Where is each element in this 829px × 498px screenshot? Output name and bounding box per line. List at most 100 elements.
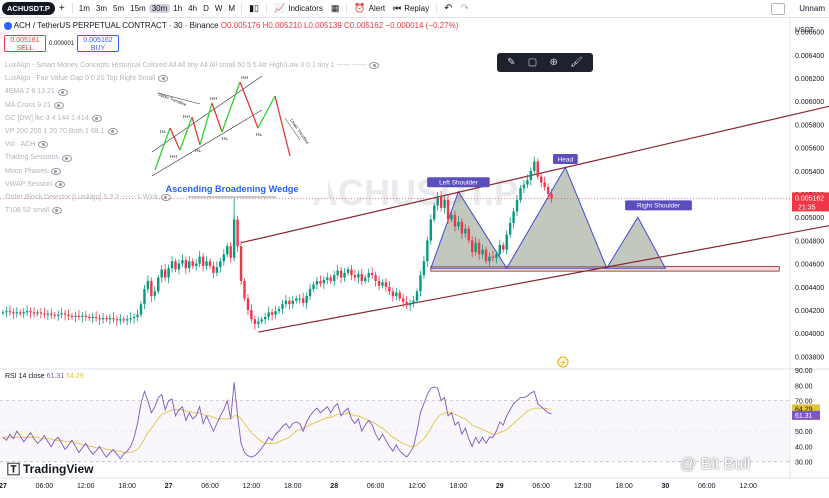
timeframe-4h[interactable]: 4h — [185, 4, 200, 13]
candle-body — [260, 319, 263, 322]
candle-body — [533, 161, 536, 171]
eye-icon[interactable] — [91, 114, 102, 122]
timeframe-15m[interactable]: 15m — [127, 4, 149, 13]
buy-button[interactable]: 0.005162 BUY — [77, 35, 120, 52]
redo-button[interactable]: ↷ — [457, 0, 473, 17]
indicators-button[interactable]: 📈 Indicators — [270, 0, 327, 17]
eye-icon[interactable] — [50, 167, 61, 175]
time-tick-label: 18:00 — [118, 483, 136, 490]
candle-body — [264, 316, 267, 320]
indicator-item[interactable]: VWAP Session — [5, 178, 379, 191]
timeframe-3m[interactable]: 3m — [93, 4, 110, 13]
candle-body — [277, 308, 281, 312]
eye-icon[interactable] — [61, 154, 72, 162]
timeframe-D[interactable]: D — [200, 4, 212, 13]
indicator-item[interactable]: MA Cross 9 21 — [5, 99, 379, 112]
rsi-legend: RSI 14 close 61.31 64.29 — [5, 373, 84, 380]
time-tick-label: 12:00 — [408, 483, 426, 490]
indicator-item[interactable]: LuxAlgo - Fair Value Gap 0 0 20 Top Righ… — [5, 72, 379, 85]
timeframe-30m[interactable]: 30m — [148, 4, 171, 13]
candle-body — [319, 281, 322, 284]
indicator-item[interactable]: VP 200 200 1 20 70 Both 1 68 1 — [5, 125, 379, 138]
rsi-tick-label: 40.00 — [795, 444, 813, 451]
candle-body — [91, 316, 94, 319]
eye-icon[interactable] — [53, 101, 64, 109]
candle-body — [246, 298, 250, 310]
time-tick-label: 18:00 — [284, 483, 302, 490]
candle-body — [391, 291, 395, 297]
time-tick-label: 30 — [662, 483, 670, 490]
indicator-label: GC [DW] lkc-3 4 144 1.414 — [5, 114, 89, 122]
lightning-icon-glyph: ⚡ — [559, 358, 568, 367]
eye-icon[interactable] — [38, 141, 49, 149]
candle-body — [163, 269, 167, 278]
indicator-item[interactable]: Order Block Detector [LuxAlgo] 5 3 3 ---… — [5, 191, 379, 204]
candle-body — [426, 240, 429, 262]
rsi-badge-label: 61.31 — [795, 413, 813, 420]
symbol-search-button[interactable]: ACHUSDT.P — [2, 2, 55, 15]
sell-button[interactable]: 0.005161 SELL — [4, 35, 46, 52]
eye-icon[interactable] — [107, 128, 118, 136]
indicator-item[interactable]: T108 52 small — [5, 204, 379, 217]
timeframe-5m[interactable]: 5m — [110, 4, 127, 13]
candle-body — [132, 316, 136, 319]
pen-icon[interactable]: ✎ — [507, 57, 515, 68]
candle-body — [219, 261, 222, 268]
candle-body — [19, 312, 22, 314]
fullscreen-button[interactable] — [771, 2, 786, 15]
candle-body — [119, 319, 122, 321]
add-icon[interactable]: ⊕ — [550, 57, 558, 68]
candle-body — [284, 300, 288, 305]
time-tick-label: 27 — [0, 483, 7, 490]
eye-icon[interactable] — [51, 207, 62, 215]
timeframe-1h[interactable]: 1h — [170, 4, 185, 13]
eye-icon[interactable] — [57, 88, 68, 96]
grid-icon: ▦ — [330, 3, 340, 13]
top-toolbar: ACHUSDT.P + 1m 3m 5m 15m 30m 1h 4h D W M ▮▯ 📈 Indi… — [0, 0, 829, 18]
alert-button[interactable]: ⏰ Alert — [350, 0, 389, 17]
candle-body — [512, 211, 515, 223]
indicator-item[interactable]: GC [DW] lkc-3 4 144 1.414 — [5, 112, 379, 125]
candle-body — [153, 291, 156, 297]
rsi-tick-label: 80.00 — [795, 383, 813, 390]
indicator-item[interactable]: 4EMA 2 6 13 21 — [5, 85, 379, 98]
tradingview-logo: 🅃 TradingView — [7, 459, 93, 478]
candle-body — [101, 318, 105, 320]
eye-icon[interactable] — [369, 62, 380, 70]
add-symbol-button[interactable]: + — [55, 0, 69, 17]
eye-icon[interactable] — [160, 194, 171, 202]
eye-icon[interactable] — [55, 180, 66, 188]
price-tick-label: 0.004400 — [795, 285, 824, 292]
timeframe-M[interactable]: M — [225, 4, 238, 13]
indicator-item[interactable]: Moon Phases — [5, 165, 379, 178]
candle-body — [346, 269, 350, 273]
candle-body — [108, 318, 112, 320]
candle-body — [405, 301, 408, 306]
time-tick-label: 29 — [496, 483, 504, 490]
candle-body — [464, 228, 467, 234]
time-tick-label: 12:00 — [243, 483, 261, 490]
layouts-button[interactable]: ▦ — [327, 0, 344, 17]
indicator-item[interactable]: Vol · ACH — [5, 138, 379, 151]
candle-body — [122, 319, 125, 321]
indicator-item[interactable]: LuxAlgo - Smart Money Concepts Historica… — [5, 59, 380, 72]
candle-body — [374, 275, 377, 281]
candle-body — [112, 318, 115, 320]
timeframe-1m[interactable]: 1m — [76, 4, 93, 13]
replay-button[interactable]: ⏮ Replay — [389, 0, 433, 17]
undo-button[interactable]: ↶ — [440, 0, 456, 17]
price-tick-label: 0.003800 — [795, 354, 824, 361]
candle-body — [281, 304, 284, 309]
layout-name-button[interactable]: Unnam — [795, 0, 829, 17]
rsi-title: RSI 14 close — [5, 373, 45, 380]
chart-type-button[interactable]: ▮▯ — [245, 0, 263, 17]
candle-body — [181, 260, 184, 264]
time-tick-label: 06:00 — [698, 483, 716, 490]
candle-body — [343, 272, 346, 278]
timeframe-W[interactable]: W — [212, 4, 226, 13]
rect-icon[interactable]: ▢ — [528, 57, 537, 68]
eye-icon[interactable] — [158, 75, 169, 83]
candle-body — [419, 275, 422, 292]
brush-icon[interactable]: 🖌 — [570, 57, 583, 68]
indicator-item[interactable]: Trading Sessions — [5, 151, 379, 164]
